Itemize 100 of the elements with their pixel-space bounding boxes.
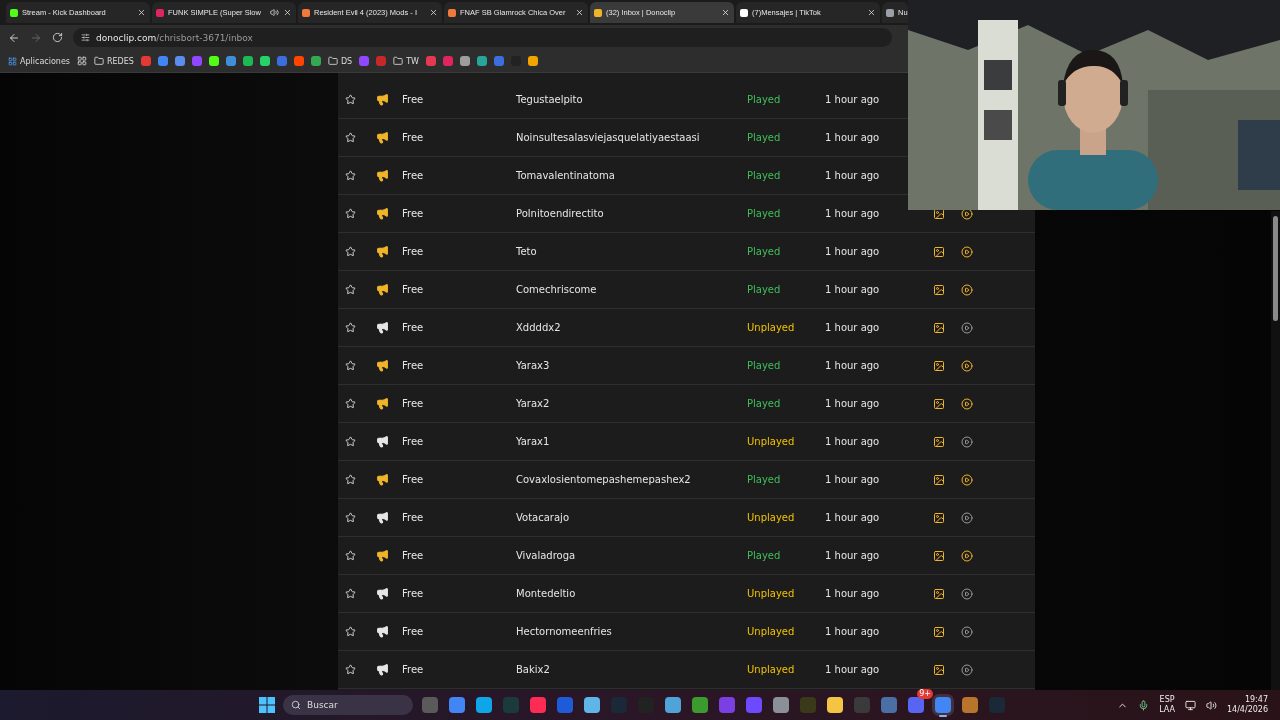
star-icon[interactable] <box>344 550 356 561</box>
star-icon[interactable] <box>344 322 356 333</box>
image-icon[interactable] <box>933 511 945 524</box>
donor-name: Montedeltio <box>516 588 577 599</box>
image-icon[interactable] <box>933 321 945 334</box>
star-icon[interactable] <box>344 512 356 523</box>
image-icon[interactable] <box>933 359 945 372</box>
tier-text: Free <box>402 474 425 485</box>
star-icon[interactable] <box>344 94 356 105</box>
donor-name: Covaxlosientomepashemepashex2 <box>516 474 692 485</box>
volume-icon[interactable] <box>1205 699 1217 711</box>
star-icon[interactable] <box>344 626 356 637</box>
app-icon[interactable] <box>476 697 492 713</box>
image-icon[interactable] <box>933 283 945 296</box>
app-icon[interactable] <box>665 697 681 713</box>
star-icon[interactable] <box>344 284 356 295</box>
star-icon[interactable] <box>344 360 356 371</box>
play-icon[interactable] <box>961 435 973 448</box>
bookmark-icon[interactable] <box>259 56 270 66</box>
app-icon[interactable] <box>773 697 789 713</box>
star-icon[interactable] <box>344 246 356 257</box>
windows-icon[interactable] <box>258 696 276 714</box>
scrollbar[interactable] <box>1271 211 1280 690</box>
site-settings-icon[interactable] <box>81 33 90 42</box>
play-icon[interactable] <box>961 587 973 600</box>
play-icon[interactable] <box>961 473 973 486</box>
star-icon[interactable] <box>344 474 356 485</box>
image-icon[interactable] <box>933 663 945 676</box>
bookmark-folder[interactable]: DS <box>340 56 353 66</box>
play-icon[interactable] <box>961 207 973 220</box>
bookmark-icon[interactable] <box>476 56 487 66</box>
status-text: Played <box>747 208 782 219</box>
star-icon[interactable] <box>344 664 356 675</box>
search-field[interactable]: Buscar <box>283 695 413 715</box>
network-icon[interactable] <box>1184 699 1196 711</box>
image-icon[interactable] <box>933 473 945 486</box>
play-icon[interactable] <box>961 511 973 524</box>
bookmark-icon[interactable] <box>527 56 538 66</box>
donor-name: Tegustaelpito <box>516 94 584 105</box>
star-icon[interactable] <box>344 208 356 219</box>
image-icon[interactable] <box>933 587 945 600</box>
bookmark-icon[interactable] <box>242 56 253 66</box>
play-icon[interactable] <box>961 283 973 296</box>
image-icon[interactable] <box>933 245 945 258</box>
app-icon[interactable] <box>908 697 924 713</box>
time-text: 1 hour ago <box>825 588 881 599</box>
bookmark-icon[interactable] <box>225 56 236 66</box>
image-icon[interactable] <box>933 397 945 410</box>
address-bar[interactable]: donoclip.com/chrisbort-3671/inbox <box>73 28 892 47</box>
close-icon[interactable] <box>721 8 730 17</box>
play-icon[interactable] <box>961 245 973 258</box>
clock[interactable]: 19:47 14/4/2026 <box>1226 695 1268 715</box>
bookmark-folder[interactable]: REDES <box>107 56 134 66</box>
star-icon[interactable] <box>344 588 356 599</box>
close-icon[interactable] <box>283 8 292 17</box>
bookmark-link[interactable]: Aplicaciones <box>20 56 70 66</box>
grid-icon[interactable] <box>8 56 17 66</box>
bookmark-icon[interactable] <box>310 56 321 66</box>
microphone-icon[interactable] <box>1138 699 1150 711</box>
language-indicator[interactable]: ESP LAA <box>1159 695 1175 715</box>
bookmark-icon[interactable] <box>459 56 470 66</box>
app-icon[interactable] <box>692 697 708 713</box>
close-icon[interactable] <box>867 8 876 17</box>
star-icon[interactable] <box>344 170 356 181</box>
play-icon[interactable] <box>961 549 973 562</box>
play-icon[interactable] <box>961 625 973 638</box>
image-icon[interactable] <box>933 435 945 448</box>
grid-icon[interactable] <box>77 56 87 66</box>
folder-icon[interactable] <box>327 56 338 66</box>
star-icon[interactable] <box>344 398 356 409</box>
app-icon[interactable] <box>530 697 546 713</box>
image-icon[interactable] <box>933 625 945 638</box>
app-icon[interactable] <box>962 697 978 713</box>
tier-text: Free <box>402 664 425 675</box>
play-icon[interactable] <box>961 397 973 410</box>
bookmark-icon[interactable] <box>208 56 219 66</box>
folder-icon[interactable] <box>94 56 104 66</box>
play-icon[interactable] <box>961 359 973 372</box>
image-icon[interactable] <box>933 549 945 562</box>
url-text: donoclip.com/chrisbort-3671/inbox <box>96 32 253 43</box>
reload-icon[interactable] <box>52 32 63 43</box>
bookmark-icon[interactable] <box>174 56 185 66</box>
star-icon[interactable] <box>344 436 356 447</box>
star-icon[interactable] <box>344 132 356 143</box>
close-icon[interactable] <box>575 8 584 17</box>
close-icon[interactable] <box>137 8 146 17</box>
tier-text: Free <box>402 436 425 447</box>
play-icon[interactable] <box>961 663 973 676</box>
app-icon[interactable] <box>881 697 897 713</box>
back-icon[interactable] <box>8 31 20 44</box>
status-text: Unplayed <box>747 588 796 599</box>
app-icon[interactable] <box>584 697 600 713</box>
app-icon[interactable] <box>746 697 762 713</box>
close-icon[interactable] <box>429 8 438 17</box>
bookmark-folder[interactable]: TW <box>406 56 419 66</box>
play-icon[interactable] <box>961 321 973 334</box>
folder-icon[interactable] <box>393 56 404 66</box>
app-icon[interactable] <box>827 697 843 713</box>
app-icon[interactable] <box>449 697 465 713</box>
image-icon[interactable] <box>933 207 945 220</box>
